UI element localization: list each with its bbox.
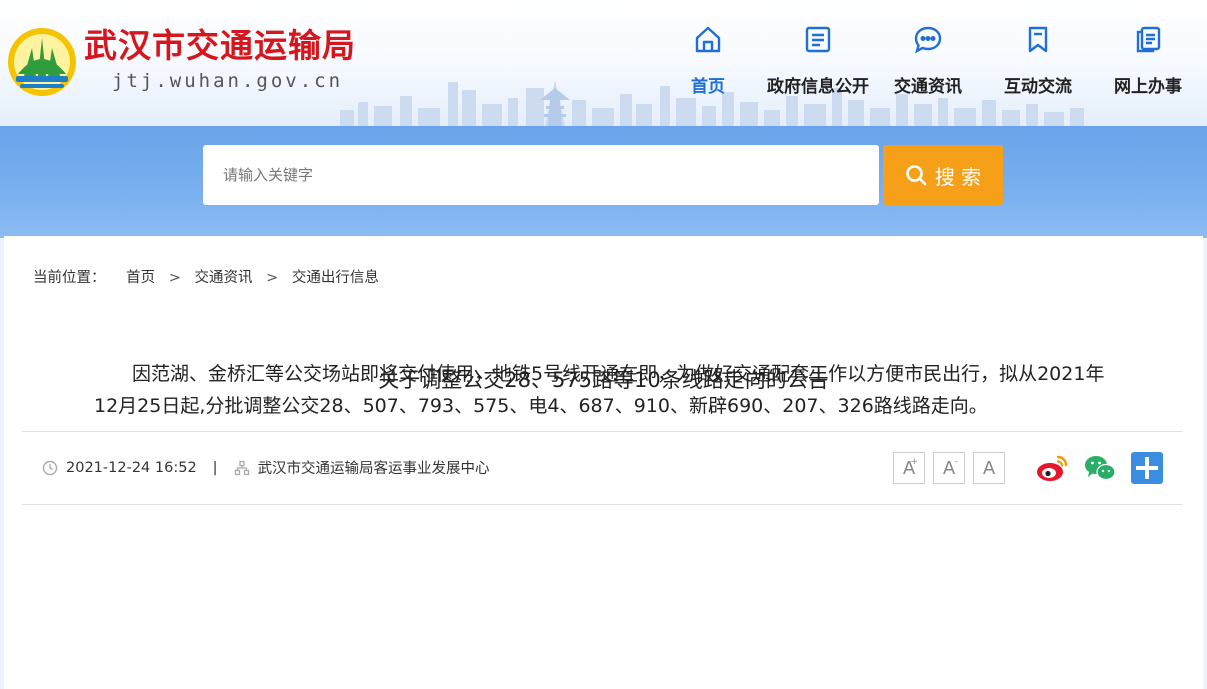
nav-item-gov-info[interactable]: 政府信息公开 [759, 18, 877, 108]
breadcrumb-item-traffic-travel-info[interactable]: 交通出行信息 [292, 270, 379, 286]
weibo-icon [1037, 455, 1068, 481]
nav-item-label: 互动交流 [1004, 77, 1072, 97]
nav-item-label: 政府信息公开 [767, 77, 869, 97]
article-meta: 2021-12-24 16:52 | 武汉市交通运输局客运事业发展中心 [42, 457, 490, 478]
plus-icon [1131, 452, 1163, 484]
search-icon [906, 165, 927, 186]
organization-icon [234, 460, 249, 475]
meta-separator: | [212, 459, 218, 476]
breadcrumb-prefix: 当前位置： [33, 270, 106, 286]
article-tools: A + A- A [893, 452, 1163, 484]
nav-item-online-service[interactable]: 网上办事 [1089, 18, 1207, 108]
article-body: 因范湖、金桥汇等公交场站即将交付使用，地铁5号线开通在即，为做好交通配套工作以方… [94, 363, 1105, 417]
article-container: 当前位置： 首页 > 交通资讯 > 交通出行信息 关于调整公交28、575路等1… [4, 236, 1203, 689]
share-weibo-button[interactable] [1035, 453, 1069, 483]
bookmark-icon [1028, 26, 1048, 53]
home-icon [695, 26, 721, 53]
files-icon [1136, 26, 1161, 53]
font-size-default-button[interactable]: A [973, 452, 1005, 484]
publish-date: 2021-12-24 16:52 [66, 459, 197, 476]
breadcrumb-item-traffic-news[interactable]: 交通资讯 [194, 270, 252, 286]
share-more-button[interactable] [1131, 452, 1163, 484]
breadcrumb-separator: > [266, 270, 279, 286]
wechat-icon [1085, 456, 1116, 481]
nav-item-interaction[interactable]: 互动交流 [979, 18, 1097, 108]
nav-item-label: 交通资讯 [894, 77, 962, 97]
search-band: 搜 索 [0, 126, 1207, 238]
nav-item-label: 网上办事 [1114, 77, 1182, 97]
nav-item-traffic-news[interactable]: 交通资讯 [869, 18, 987, 108]
breadcrumb: 当前位置： 首页 > 交通资讯 > 交通出行信息 [33, 266, 379, 287]
share-wechat-button[interactable] [1083, 453, 1117, 483]
site-header: 武汉市交通运输局 jtj.wuhan.gov.cn 首页 政府信息公开 交通资讯 [0, 0, 1207, 126]
article-source: 武汉市交通运输局客运事业发展中心 [257, 461, 490, 477]
divider [22, 504, 1183, 505]
font-size-decrease-button[interactable]: A- [933, 452, 965, 484]
divider [22, 431, 1183, 432]
font-size-increase-button[interactable]: A + [893, 452, 925, 484]
nav-item-home[interactable]: 首页 [649, 18, 767, 108]
main-navigation: 首页 政府信息公开 交通资讯 互动交流 网上办事 [0, 18, 1207, 108]
search-button-label: 搜 索 [934, 164, 982, 189]
search-button[interactable]: 搜 索 [883, 145, 1003, 205]
clock-icon [42, 460, 58, 475]
search-input[interactable] [203, 145, 879, 205]
chat-bubble-icon [914, 26, 942, 54]
document-list-icon [805, 26, 831, 53]
nav-item-label: 首页 [691, 77, 725, 97]
breadcrumb-item-home[interactable]: 首页 [126, 270, 155, 286]
breadcrumb-separator: > [168, 270, 181, 286]
